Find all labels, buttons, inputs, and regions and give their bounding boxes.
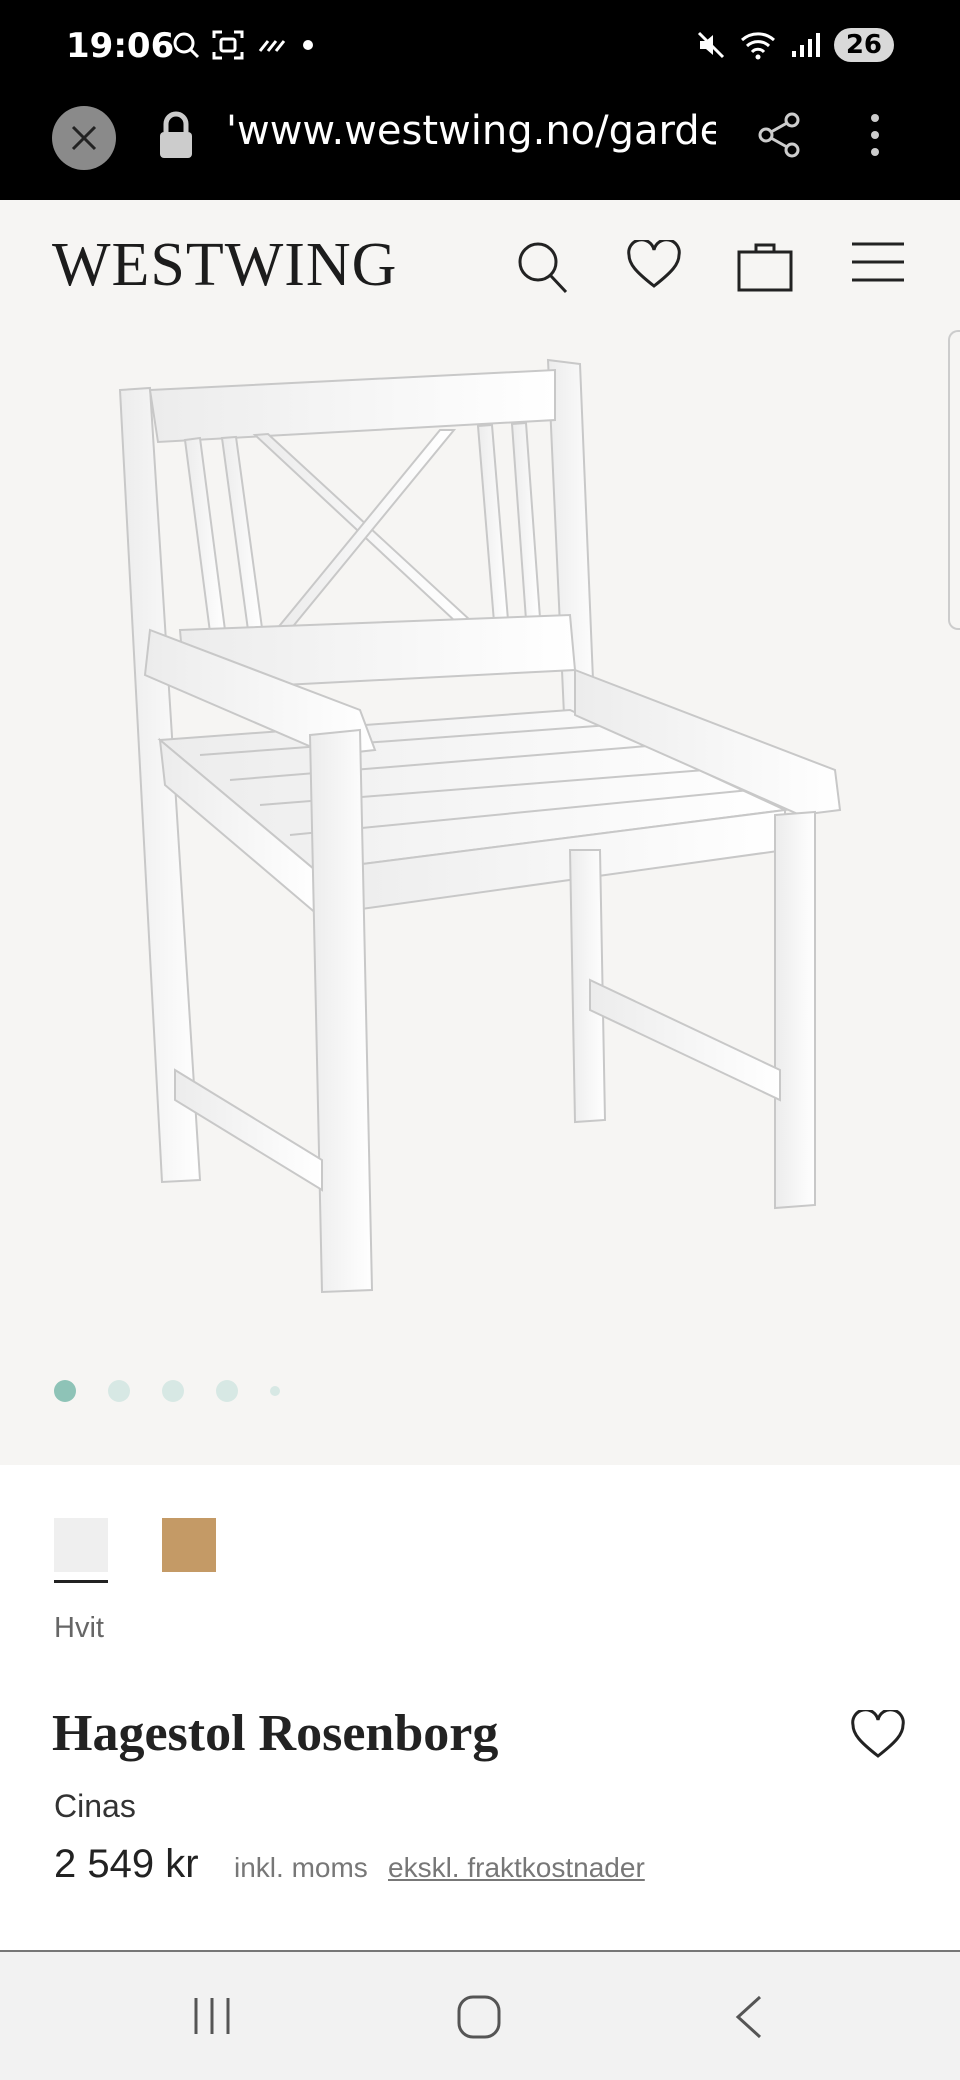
product-price: 2 549 kr xyxy=(54,1842,199,1886)
selected-swatch-indicator xyxy=(54,1580,108,1583)
search-icon xyxy=(173,32,200,59)
gallery-dot[interactable] xyxy=(270,1386,280,1396)
gallery-dot[interactable] xyxy=(54,1380,76,1402)
status-bar: 19:06 26 xyxy=(0,0,960,96)
heart-icon[interactable] xyxy=(626,240,682,290)
color-swatches xyxy=(54,1518,216,1572)
notification-dot-icon xyxy=(303,40,313,50)
search-icon[interactable] xyxy=(516,240,568,294)
vat-note: inkl. moms xyxy=(234,1852,368,1883)
wifi-icon xyxy=(740,32,775,60)
status-time: 19:06 xyxy=(66,26,175,66)
signal-icon xyxy=(791,33,820,57)
add-to-wishlist-heart-icon[interactable] xyxy=(850,1710,906,1760)
lock-icon[interactable] xyxy=(156,110,196,160)
mute-icon xyxy=(697,31,724,59)
share-icon[interactable] xyxy=(754,110,804,160)
gallery-dot[interactable] xyxy=(108,1380,130,1402)
product-image-gallery[interactable] xyxy=(0,330,960,1465)
product-title: Hagestol Rosenborg xyxy=(52,1705,499,1762)
close-tab-button[interactable] xyxy=(52,106,116,170)
more-options-icon[interactable] xyxy=(860,110,890,160)
garden-chair-image xyxy=(118,358,842,1294)
site-header: WESTWING xyxy=(0,200,960,330)
gallery-pagination xyxy=(54,1380,280,1402)
swatch-wood[interactable] xyxy=(162,1518,216,1572)
status-left-icons xyxy=(172,30,318,60)
battery-indicator: 26 xyxy=(833,28,894,62)
shopping-bag-icon[interactable] xyxy=(736,240,794,292)
nfc-icon xyxy=(258,40,286,52)
product-brand[interactable]: Cinas xyxy=(54,1788,136,1825)
gallery-dot[interactable] xyxy=(216,1380,238,1402)
swatch-white[interactable] xyxy=(54,1518,108,1572)
selected-color-label: Hvit xyxy=(54,1612,104,1644)
back-icon[interactable] xyxy=(734,1994,764,2040)
status-right-icons: 26 xyxy=(696,28,894,62)
westwing-logo[interactable]: WESTWING xyxy=(52,230,397,301)
scroll-handle[interactable] xyxy=(948,330,960,630)
menu-icon[interactable] xyxy=(850,240,906,284)
gallery-dot[interactable] xyxy=(162,1380,184,1402)
home-icon[interactable] xyxy=(456,1994,502,2040)
shipping-cost-link[interactable]: ekskl. fraktkostnader xyxy=(388,1852,645,1884)
screenshot-icon xyxy=(212,30,244,60)
browser-toolbar: 'www.westwing.no/garden xyxy=(0,96,960,200)
recent-apps-icon[interactable] xyxy=(190,1994,234,2038)
system-navigation-bar xyxy=(0,1950,960,2080)
url-field[interactable]: 'www.westwing.no/garden xyxy=(226,108,716,154)
close-icon xyxy=(71,125,97,151)
